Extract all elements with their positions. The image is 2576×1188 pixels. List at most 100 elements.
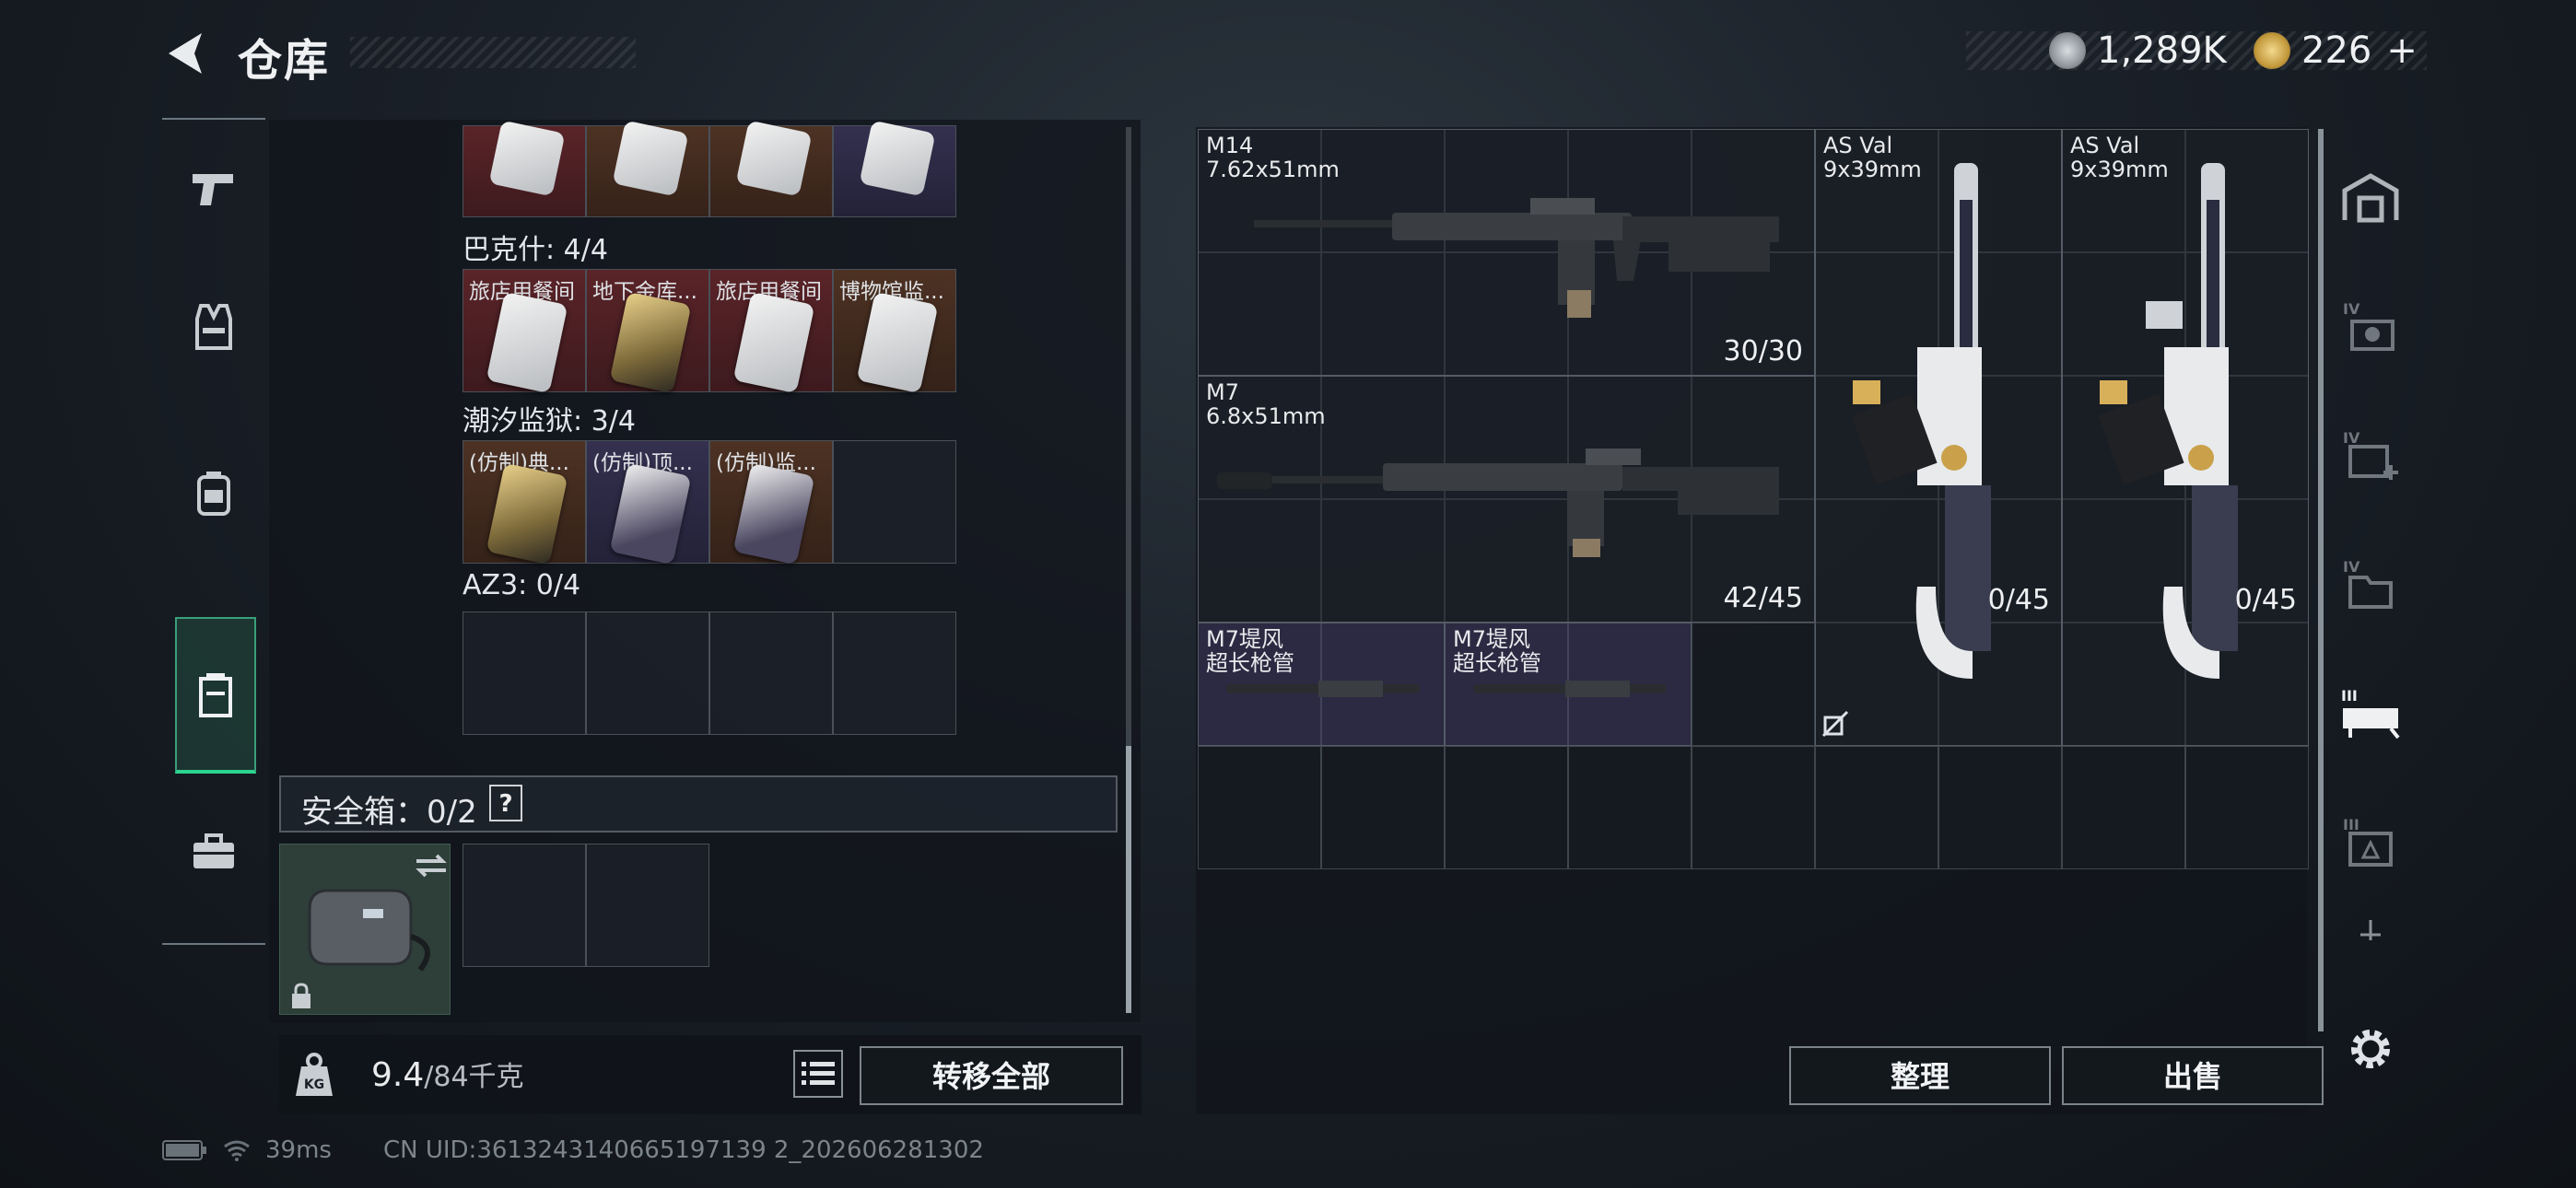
nav-iii-case[interactable]: III xyxy=(2329,783,2412,903)
weapon-slot-as-val[interactable]: AS Val 9x39mm 0/45 xyxy=(1815,129,2062,746)
keycard-icon xyxy=(612,120,689,197)
keycard-icon xyxy=(486,462,568,565)
transfer-all-button[interactable]: 转移全部 xyxy=(860,1046,1123,1105)
rifle-icon xyxy=(1254,198,1779,318)
ammo-count: 30/30 xyxy=(1723,335,1803,367)
nav-armor[interactable] xyxy=(162,258,265,396)
nav-chest-rig[interactable] xyxy=(175,617,256,774)
nav-backpack[interactable] xyxy=(162,424,265,562)
keycard-slot[interactable]: 旅店用餐间 xyxy=(709,269,833,394)
weapon-name: M14 7.62x51mm xyxy=(1206,133,1340,182)
no-magazine-icon xyxy=(1821,710,1849,738)
battery-icon xyxy=(162,1140,206,1160)
empty-slot[interactable] xyxy=(833,611,956,735)
nav-weapons[interactable] xyxy=(162,120,265,258)
empty-slot[interactable] xyxy=(709,611,833,735)
safe-box-bar: 安全箱：0/2 ? xyxy=(279,775,1118,833)
silver-currency-value: 1,289K xyxy=(2097,29,2227,72)
plus-icon xyxy=(2360,920,2381,940)
nav-iii-weapon-case[interactable]: III xyxy=(2329,654,2412,774)
svg-text:III: III xyxy=(2343,816,2359,833)
barrel-slot[interactable]: M7堤风 超长枪管 xyxy=(1198,623,1445,746)
svg-text:KG: KG xyxy=(304,1077,324,1092)
add-currency-button[interactable]: + xyxy=(2386,29,2418,72)
keycard-slot[interactable] xyxy=(833,120,956,217)
keycard-slot[interactable]: 博物馆监... xyxy=(833,269,956,394)
gear-icon xyxy=(2351,1030,2390,1068)
iv-case-icon: IV xyxy=(2343,300,2395,351)
empty-slot[interactable] xyxy=(463,844,586,967)
list-icon xyxy=(802,1062,835,1085)
keycard-slot[interactable]: (仿制)典... xyxy=(463,440,586,565)
keycard-slot[interactable] xyxy=(586,120,709,217)
container-nav: IV IV IV III III xyxy=(2329,129,2412,1013)
ping-value: 39ms xyxy=(265,1136,332,1164)
svg-text:III: III xyxy=(2341,687,2358,705)
iv-medical-icon: IV xyxy=(2343,429,2398,480)
weapon-slot-as-val[interactable]: AS Val 9x39mm 0/45 xyxy=(2062,129,2309,746)
section-title-az3: AZ3: 0/4 xyxy=(463,569,581,601)
empty-slot[interactable] xyxy=(833,440,956,564)
item-name: M7堤风 超长枪管 xyxy=(1206,626,1294,676)
keycard-slot[interactable] xyxy=(463,120,586,217)
keycard-slot[interactable]: (仿制)监... xyxy=(709,440,833,565)
gold-coin-icon xyxy=(2254,32,2290,69)
lock-icon xyxy=(292,983,310,1008)
nav-iv-folder[interactable]: IV xyxy=(2329,525,2412,645)
rifle-icon xyxy=(2098,163,2238,679)
iii-weapon-case-icon: III xyxy=(2341,687,2400,740)
rifle-icon xyxy=(1851,163,1991,679)
keycard-icon xyxy=(486,291,568,394)
keycard-icon xyxy=(609,462,692,565)
case-icon xyxy=(308,889,430,972)
weapon-scroll-thumb[interactable] xyxy=(2318,129,2324,1031)
weapon-grid: M14 7.62x51mm 30/30 M7 6.8x51mm 42/45 AS… xyxy=(1198,129,2309,869)
ammo-count: 0/45 xyxy=(2234,584,2297,616)
keycard-slot[interactable]: 旅店用餐间 xyxy=(463,269,586,394)
nav-iv-case[interactable]: IV xyxy=(2329,267,2412,387)
weight-value: 9.4/84千克 xyxy=(371,1054,524,1094)
swap-icon xyxy=(416,854,447,878)
keycard-icon xyxy=(735,120,813,197)
uid-text: CN UID:3613243140665197139 2_20260628130… xyxy=(382,1136,984,1164)
ammo-count: 0/45 xyxy=(1987,584,2050,616)
empty-slot[interactable] xyxy=(586,611,709,735)
safe-box-label: 安全箱：0/2 xyxy=(301,794,477,831)
help-button[interactable]: ? xyxy=(489,785,522,821)
backpack-icon xyxy=(197,472,230,516)
keycard-slot[interactable] xyxy=(709,120,833,217)
back-button[interactable] xyxy=(161,28,213,79)
keycard-icon xyxy=(488,120,566,197)
keycard-icon xyxy=(732,291,815,394)
page-title: 仓库 xyxy=(238,35,331,87)
nav-iv-medical[interactable]: IV xyxy=(2329,396,2412,516)
weight-icon: KG xyxy=(296,1053,333,1096)
nav-home-storage[interactable] xyxy=(2329,138,2412,258)
keycard-slot[interactable]: 地下金库... xyxy=(586,269,709,394)
current-weight: 9.4 xyxy=(371,1056,425,1094)
barrel-slot[interactable]: M7堤风 超长枪管 xyxy=(1445,623,1692,746)
sort-button[interactable]: 整理 xyxy=(1789,1046,2051,1105)
keycard-slot[interactable]: (仿制)顶... xyxy=(586,440,709,565)
list-view-button[interactable] xyxy=(793,1050,843,1098)
storage-scroll-thumb[interactable] xyxy=(1126,746,1131,1013)
iii-case-icon: III xyxy=(2343,816,2393,867)
category-nav xyxy=(162,118,265,945)
nav-toolbox[interactable] xyxy=(162,783,265,921)
weapon-slot-m7[interactable]: M7 6.8x51mm 42/45 xyxy=(1198,376,1815,623)
keycard-icon xyxy=(859,120,936,197)
settings-button[interactable] xyxy=(2346,1024,2395,1074)
section-title-tidal-prison: 潮汐监狱: 3/4 xyxy=(463,405,636,437)
iv-folder-icon: IV xyxy=(2343,558,2393,609)
svg-text:IV: IV xyxy=(2343,558,2360,576)
safe-box-item[interactable] xyxy=(279,844,451,1015)
ammo-count: 42/45 xyxy=(1723,582,1803,614)
sell-button[interactable]: 出售 xyxy=(2062,1046,2324,1105)
currency-bar: 1,289K 226 + xyxy=(1966,29,2427,72)
section-title-bakshi: 巴克什: 4/4 xyxy=(463,234,608,266)
empty-slot[interactable] xyxy=(463,611,586,735)
nav-add-container[interactable] xyxy=(2329,903,2412,958)
empty-slot[interactable] xyxy=(586,844,709,967)
svg-text:IV: IV xyxy=(2343,300,2360,318)
weapon-slot-m14[interactable]: M14 7.62x51mm 30/30 xyxy=(1198,129,1815,376)
